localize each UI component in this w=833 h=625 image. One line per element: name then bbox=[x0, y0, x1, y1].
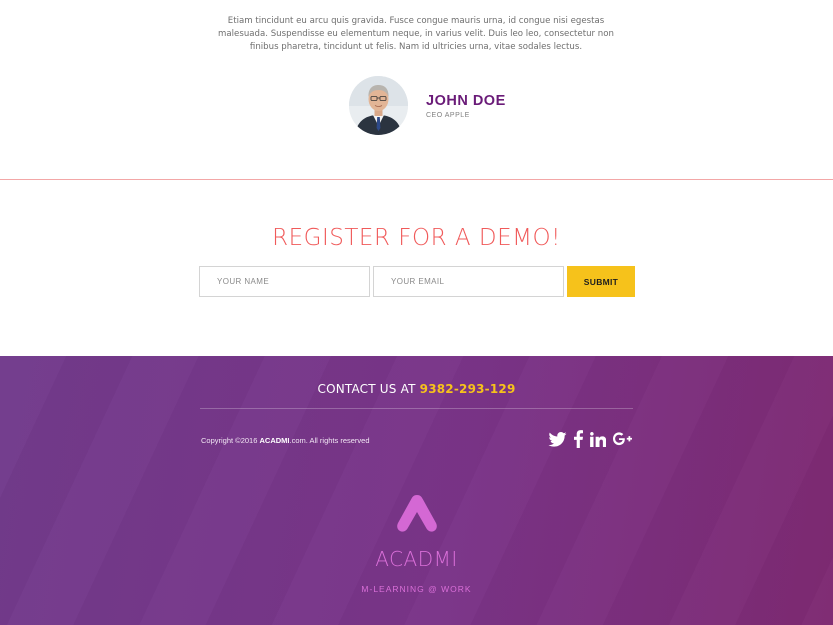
copyright: Copyright ©2016 ACADMI.com. All rights r… bbox=[201, 436, 370, 445]
copyright-suffix: .com. All rights reserved bbox=[289, 436, 370, 445]
social-links bbox=[548, 430, 632, 452]
name-input[interactable] bbox=[199, 266, 370, 297]
contact-label: CONTACT US AT bbox=[317, 382, 416, 396]
linkedin-icon[interactable] bbox=[590, 431, 607, 451]
acadmi-logo-icon bbox=[395, 493, 439, 533]
page: Etiam tincidunt eu arcu quis gravida. Fu… bbox=[0, 0, 833, 625]
testimonial-author: JOHN DOE CEO APPLE bbox=[349, 76, 506, 135]
testimonial-section: Etiam tincidunt eu arcu quis gravida. Fu… bbox=[0, 0, 833, 180]
copyright-prefix: Copyright ©2016 bbox=[201, 436, 260, 445]
brand-tagline: M-LEARNING @ WORK bbox=[361, 584, 472, 594]
contact-phone[interactable]: 9382-293-129 bbox=[420, 382, 516, 396]
brand-name: ACADMI bbox=[375, 547, 458, 571]
footer: CONTACT US AT 9382-293-129 Copyright ©20… bbox=[0, 356, 833, 625]
register-title: REGISTER FOR A DEMO! bbox=[272, 225, 561, 251]
contact-line: CONTACT US AT 9382-293-129 bbox=[0, 382, 833, 396]
google-plus-icon[interactable] bbox=[613, 431, 632, 451]
facebook-icon[interactable] bbox=[574, 430, 583, 452]
author-role: CEO APPLE bbox=[426, 111, 470, 119]
twitter-icon[interactable] bbox=[548, 431, 567, 451]
register-section: REGISTER FOR A DEMO! SUBMIT bbox=[0, 180, 833, 356]
footer-divider bbox=[200, 408, 633, 409]
author-text: JOHN DOE CEO APPLE bbox=[426, 93, 506, 119]
testimonial-quote: Etiam tincidunt eu arcu quis gravida. Fu… bbox=[218, 16, 614, 52]
submit-button[interactable]: SUBMIT bbox=[567, 266, 635, 297]
author-name: JOHN DOE bbox=[426, 92, 506, 109]
email-input[interactable] bbox=[373, 266, 564, 297]
copyright-brand: ACADMI bbox=[259, 436, 290, 445]
avatar bbox=[349, 76, 408, 135]
